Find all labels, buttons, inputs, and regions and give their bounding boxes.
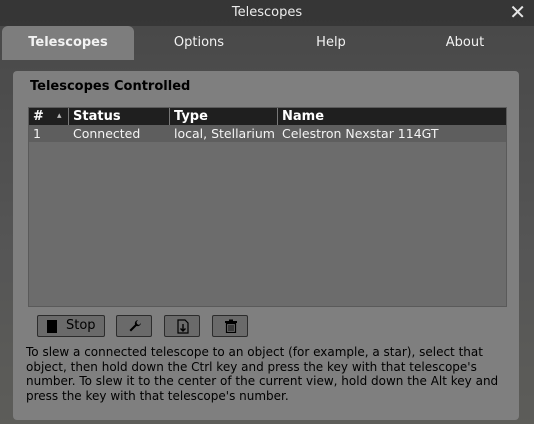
column-header-type[interactable]: Type	[170, 108, 278, 125]
cell-number: 1	[33, 126, 41, 141]
stop-button[interactable]: Stop	[37, 315, 105, 337]
remove-telescope-button[interactable]	[212, 315, 248, 337]
tab-about[interactable]: About	[405, 26, 525, 60]
cell-name: Celestron Nexstar 114GT	[282, 126, 439, 141]
close-icon[interactable]: ✕	[509, 1, 526, 23]
window-title: Telescopes	[231, 5, 303, 20]
section-title: Telescopes Controlled	[30, 79, 191, 94]
help-text: To slew a connected telescope to an obje…	[26, 345, 499, 403]
wrench-icon	[129, 320, 141, 332]
telescopes-dialog: Telescopes ✕ Telescopes Options Help Abo…	[0, 0, 534, 424]
tab-options[interactable]: Options	[140, 26, 258, 60]
table-row[interactable]: 1 Connected local, Stellarium Celestron …	[29, 125, 506, 142]
table-header: # ▴ Status Type Name	[29, 108, 506, 125]
telescopes-table: # ▴ Status Type Name 1 Connected local, …	[28, 107, 507, 307]
cell-status: Connected	[73, 126, 141, 141]
stop-button-label: Stop	[66, 318, 96, 333]
add-telescope-icon	[177, 319, 189, 334]
trash-icon	[225, 319, 237, 333]
cell-type: local, Stellarium	[174, 126, 275, 141]
tab-help[interactable]: Help	[272, 26, 390, 60]
column-header-number[interactable]: # ▴	[29, 108, 69, 125]
column-header-status[interactable]: Status	[69, 108, 170, 125]
telescopes-panel: Telescopes Controlled # ▴ Status Type Na…	[13, 71, 519, 420]
configure-button[interactable]	[116, 315, 152, 337]
sort-indicator-icon: ▴	[57, 111, 62, 121]
tab-bar: Telescopes Options Help About	[0, 26, 534, 60]
stop-icon	[47, 320, 57, 333]
tab-telescopes[interactable]: Telescopes	[2, 26, 134, 60]
column-header-name[interactable]: Name	[278, 108, 506, 125]
add-telescope-button[interactable]	[164, 315, 200, 337]
title-bar[interactable]: Telescopes ✕	[0, 0, 534, 26]
